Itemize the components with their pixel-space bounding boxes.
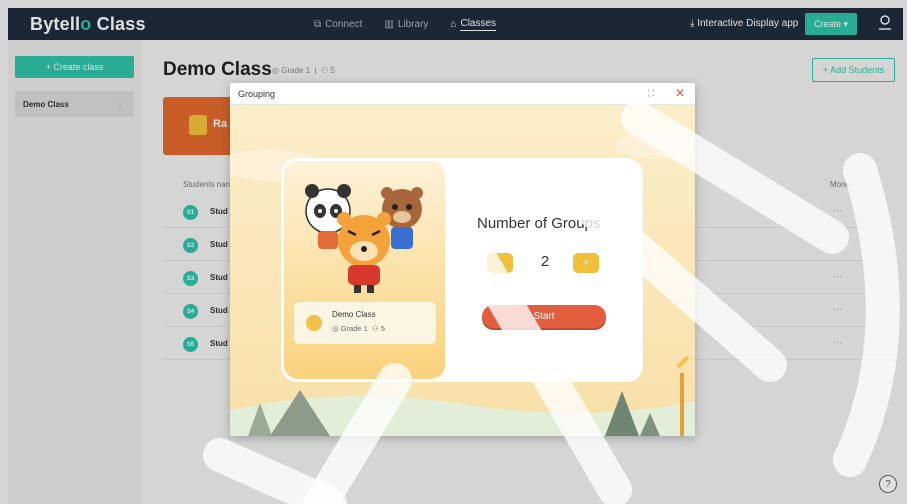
class-panel: Demo Class ◎ Grade 1 ⚇ 5 xyxy=(284,161,445,379)
modal-body: Demo Class ◎ Grade 1 ⚇ 5 Number of Group… xyxy=(230,105,695,436)
grade-icon: ◎ xyxy=(332,324,339,333)
class-name: Demo Class xyxy=(332,310,376,319)
groups-title: Number of Groups xyxy=(477,215,601,232)
close-icon[interactable]: ✕ xyxy=(675,86,685,100)
groups-value: 2 xyxy=(540,253,550,270)
class-icon xyxy=(306,315,322,331)
modal-title: Grouping xyxy=(238,89,276,99)
grouping-modal: Grouping ⛶ ✕ Demo Class ◎ Grade 1 ⚇ 5 Nu… xyxy=(230,83,695,436)
decrement-button[interactable]: − xyxy=(487,253,513,273)
start-button[interactable]: Start xyxy=(482,305,606,328)
expand-icon[interactable]: ⛶ xyxy=(648,88,654,99)
grouping-card: Demo Class ◎ Grade 1 ⚇ 5 Number of Group… xyxy=(281,158,643,382)
class-info-card: Demo Class ◎ Grade 1 ⚇ 5 xyxy=(294,302,436,344)
class-meta-info: ◎ Grade 1 ⚇ 5 xyxy=(332,324,385,333)
groups-stepper: − 2 + xyxy=(481,251,605,277)
modal-header: Grouping ⛶ ✕ xyxy=(230,83,695,105)
mascots-illustration xyxy=(305,184,423,293)
increment-button[interactable]: + xyxy=(573,253,599,273)
students-icon: ⚇ xyxy=(371,324,379,333)
